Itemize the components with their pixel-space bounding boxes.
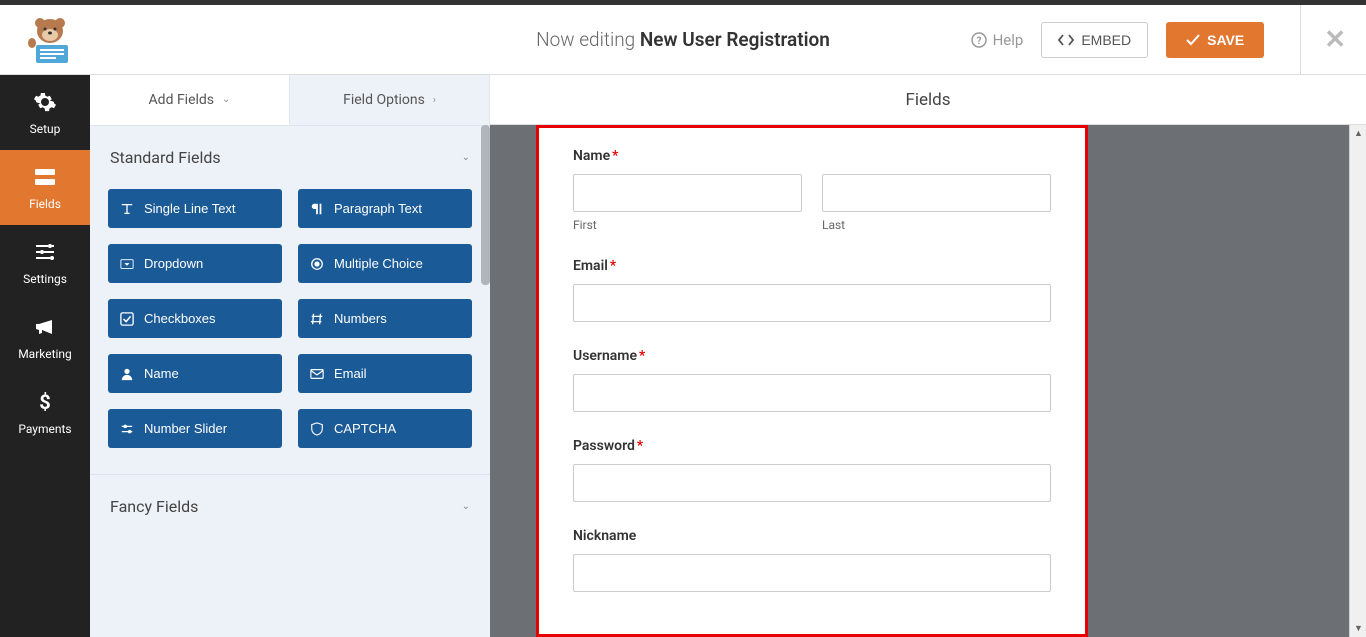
sidebar-item-label: Settings [23, 272, 67, 286]
sidebar-item-setup[interactable]: Setup [0, 75, 90, 150]
help-link[interactable]: ? Help [971, 31, 1024, 49]
field-captcha[interactable]: CAPTCHA [298, 409, 472, 448]
sidebar-item-fields[interactable]: Fields [0, 150, 90, 225]
sidebar-item-label: Fields [29, 197, 61, 211]
field-number-slider[interactable]: Number Slider [108, 409, 282, 448]
save-button[interactable]: SAVE [1166, 22, 1264, 58]
shield-icon [310, 422, 324, 436]
form-field-email: Email* [573, 258, 1051, 322]
group-fancy-fields[interactable]: Fancy Fields ⌄ [90, 474, 490, 538]
first-sublabel: First [573, 218, 802, 232]
help-icon: ? [971, 32, 987, 48]
first-name-input[interactable] [573, 174, 802, 212]
scrollbar[interactable] [481, 125, 490, 285]
field-numbers[interactable]: Numbers [298, 299, 472, 338]
chevron-right-icon: › [433, 95, 436, 106]
page-title: Now editing New User Registration [536, 28, 830, 51]
embed-button[interactable]: EMBED [1041, 22, 1148, 58]
scroll-up-arrow[interactable]: ▲ [1350, 125, 1366, 142]
hash-icon [310, 312, 324, 326]
chevron-down-icon: ⌄ [462, 501, 470, 512]
header: Now editing New User Registration ? Help… [0, 5, 1366, 75]
gear-icon [33, 90, 57, 114]
name-label: Name* [573, 148, 1051, 164]
last-sublabel: Last [822, 218, 1051, 232]
password-input[interactable] [573, 464, 1051, 502]
sidebar-item-label: Payments [18, 422, 71, 436]
code-icon [1058, 34, 1074, 46]
field-name[interactable]: Name [108, 354, 282, 393]
sidebar: Setup Fields Settings Marketing $ Paymen… [0, 75, 90, 637]
scroll-down-arrow[interactable]: ▼ [1350, 620, 1366, 637]
field-checkboxes[interactable]: Checkboxes [108, 299, 282, 338]
username-label: Username* [573, 348, 1051, 364]
chevron-down-icon: ⌄ [222, 94, 230, 105]
password-label: Password* [573, 438, 1051, 454]
field-multiple-choice[interactable]: Multiple Choice [298, 244, 472, 283]
svg-text:?: ? [976, 36, 981, 47]
chevron-down-icon: ⌄ [462, 152, 470, 163]
field-single-line-text[interactable]: Single Line Text [108, 189, 282, 228]
tab-add-fields[interactable]: Add Fields ⌄ [90, 75, 290, 125]
checkbox-icon [120, 312, 134, 326]
tab-field-options[interactable]: Field Options › [290, 75, 490, 125]
group-standard-fields[interactable]: Standard Fields ⌄ [90, 125, 490, 189]
sidebar-item-label: Marketing [18, 347, 72, 361]
nickname-label: Nickname [573, 528, 1051, 544]
username-input[interactable] [573, 374, 1051, 412]
sliders-icon [33, 240, 57, 264]
preview-area: Fields Name* First Last [490, 75, 1366, 637]
radio-icon [310, 257, 324, 271]
form-icon [33, 165, 57, 189]
dollar-icon: $ [33, 390, 57, 414]
preview-title: Fields [490, 75, 1366, 125]
email-input[interactable] [573, 284, 1051, 322]
form-field-username: Username* [573, 348, 1051, 412]
field-paragraph-text[interactable]: Paragraph Text [298, 189, 472, 228]
field-email[interactable]: Email [298, 354, 472, 393]
text-icon [120, 202, 134, 216]
fields-panel: Add Fields ⌄ Field Options › Standard Fi… [90, 75, 490, 637]
field-dropdown[interactable]: Dropdown [108, 244, 282, 283]
scrollbar-track[interactable]: ▲ ▼ [1349, 125, 1366, 637]
form-field-nickname: Nickname [573, 528, 1051, 592]
form-field-name: Name* First Last [573, 148, 1051, 232]
email-label: Email* [573, 258, 1051, 274]
logo[interactable] [20, 15, 80, 65]
last-name-input[interactable] [822, 174, 1051, 212]
paragraph-icon [310, 202, 324, 216]
envelope-icon [310, 367, 324, 381]
sidebar-item-payments[interactable]: $ Payments [0, 375, 90, 450]
caret-down-icon [120, 257, 134, 271]
check-icon [1186, 34, 1200, 46]
sidebar-item-label: Setup [30, 122, 61, 136]
user-icon [120, 367, 134, 381]
form-field-password: Password* [573, 438, 1051, 502]
svg-text:$: $ [39, 390, 50, 414]
close-icon[interactable]: ✕ [1324, 25, 1346, 55]
slider-icon [120, 422, 134, 436]
sidebar-item-settings[interactable]: Settings [0, 225, 90, 300]
nickname-input[interactable] [573, 554, 1051, 592]
form-preview[interactable]: Name* First Last Email* [536, 125, 1088, 637]
bullhorn-icon [33, 315, 57, 339]
sidebar-item-marketing[interactable]: Marketing [0, 300, 90, 375]
